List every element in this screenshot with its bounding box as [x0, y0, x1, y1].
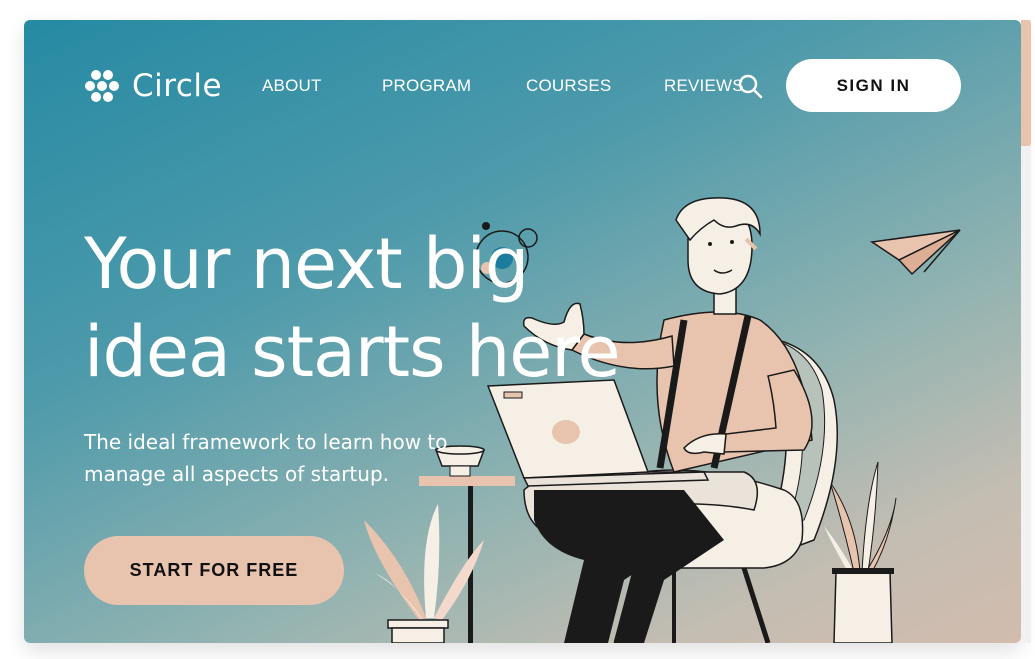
start-for-free-button[interactable]: START FOR FREE [84, 536, 344, 605]
paper-plane-icon [869, 229, 961, 276]
sign-in-button[interactable]: SIGN IN [786, 59, 961, 112]
plant-right [824, 461, 897, 643]
circle-logo-icon [85, 70, 119, 102]
nav-item-reviews[interactable]: REVIEWS [664, 76, 744, 96]
plant-left [364, 504, 484, 643]
hero-section: Circle ABOUT PROGRAM COURSES REVIEWS SIG… [24, 20, 1021, 643]
search-icon[interactable] [737, 73, 763, 99]
headline-line-1: Your next big [84, 223, 529, 305]
scrollbar-thumb[interactable] [1021, 20, 1031, 146]
nav-item-program[interactable]: PROGRAM [382, 76, 471, 96]
hero-subtitle: The ideal framework to learn how to mana… [84, 430, 448, 486]
brand-logo[interactable]: Circle [84, 66, 222, 106]
brand-name: Circle [132, 68, 223, 104]
hero-headline: Your next big idea starts here [84, 220, 621, 396]
headline-line-2: idea starts here [84, 311, 621, 393]
nav-item-about[interactable]: ABOUT [262, 76, 322, 96]
scrollbar[interactable] [1021, 20, 1031, 643]
nav-item-courses[interactable]: COURSES [526, 76, 611, 96]
